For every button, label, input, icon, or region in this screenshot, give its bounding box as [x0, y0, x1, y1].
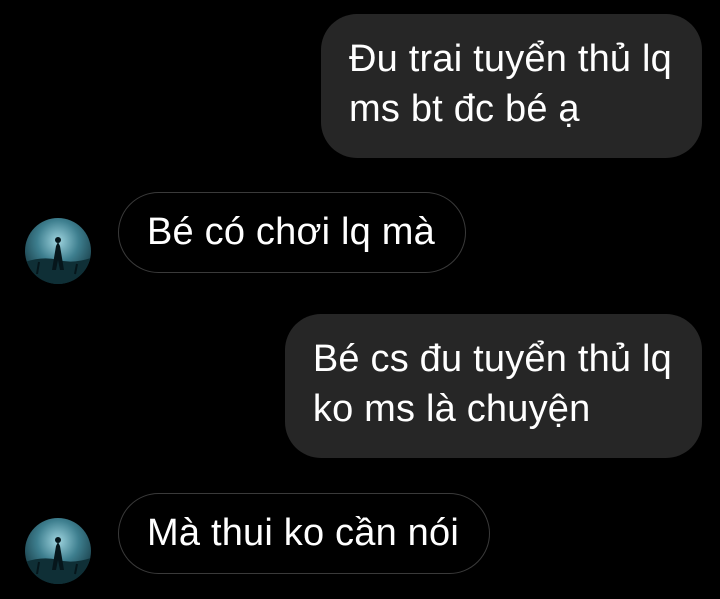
received-message-bubble[interactable]: Bé có chơi lq mà	[118, 192, 466, 273]
contact-avatar-icon[interactable]	[25, 218, 91, 284]
contact-avatar-icon[interactable]	[25, 518, 91, 584]
message-text-line: Mà thui ko cần nói	[147, 512, 459, 554]
received-message-bubble[interactable]: Mà thui ko cần nói	[118, 493, 490, 574]
message-text-line: Đu trai tuyển thủ lq	[349, 38, 672, 80]
message-text-line: Bé có chơi lq mà	[147, 211, 435, 253]
sent-message-bubble[interactable]: Bé cs đu tuyển thủ lq ko ms là chuyện	[284, 314, 702, 458]
message-text-line: ms bt đc bé ạ	[349, 88, 580, 130]
message-text-line: Bé cs đu tuyển thủ lq	[312, 338, 672, 380]
message-text-line: ko ms là chuyện	[312, 388, 591, 430]
sent-message-bubble[interactable]: Đu trai tuyển thủ lq ms bt đc bé ạ	[321, 14, 702, 158]
